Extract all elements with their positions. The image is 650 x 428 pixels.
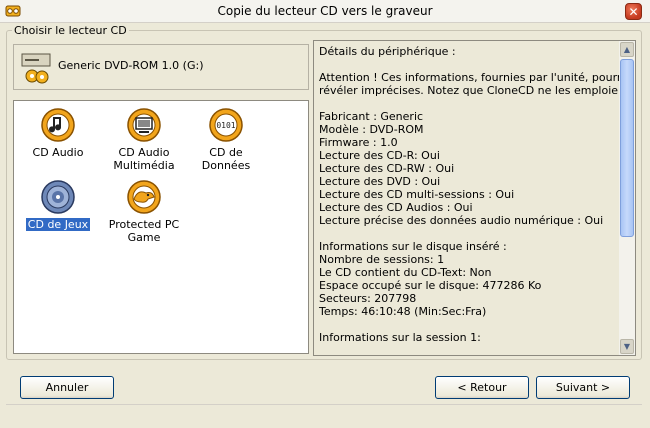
profile-cd-game[interactable]: CD de Jeux: [18, 179, 98, 232]
info-line: Firmware : 1.0: [319, 136, 398, 149]
profile-label: CD Audio Multimédia: [113, 146, 175, 172]
protected-game-icon: [127, 180, 161, 214]
vertical-scrollbar[interactable]: ▲ ▼: [619, 41, 635, 355]
chevron-up-icon: ▲: [623, 45, 631, 54]
cd-game-icon: [41, 180, 75, 214]
info-line: Attention ! Ces informations, fournies p…: [319, 71, 636, 84]
close-button[interactable]: ✕: [625, 3, 642, 20]
status-bar: [6, 404, 642, 425]
cd-drive-icon: [21, 53, 51, 84]
profile-cd-multimedia[interactable]: CD Audio Multimédia: [104, 107, 184, 172]
scroll-thumb[interactable]: [620, 59, 634, 237]
info-line: révéler imprécises. Notez que CloneCD ne…: [319, 84, 622, 97]
cd-data-icon: 0101: [209, 108, 243, 142]
profile-label: Protected PC Game: [108, 218, 180, 244]
info-line: [319, 318, 615, 331]
info-line: Modèle : DVD-ROM: [319, 123, 424, 136]
device-info-pane: Détails du périphérique : Attention ! Ces…: [313, 40, 636, 356]
cd-multimedia-icon: [127, 108, 161, 142]
cd-audio-icon: [41, 108, 75, 142]
profile-label: CD de Jeux: [24, 217, 92, 232]
svg-text:0101: 0101: [216, 121, 235, 130]
drive-label: Generic DVD-ROM 1.0 (G:): [58, 59, 204, 72]
info-line: Informations sur la session 1:: [319, 331, 481, 344]
profile-cd-audio[interactable]: CD Audio: [18, 107, 98, 159]
back-button[interactable]: < Retour: [435, 376, 529, 399]
info-line: Lecture des DVD : Oui: [319, 175, 441, 188]
groupbox-label: Choisir le lecteur CD: [12, 24, 129, 37]
info-line: Le CD contient du CD-Text: Non: [319, 266, 492, 279]
info-line: [319, 58, 615, 71]
info-line: Lecture des CD Audios : Oui: [319, 201, 473, 214]
close-icon: ✕: [628, 5, 639, 19]
info-line: Lecture des CD-R: Oui: [319, 149, 440, 162]
info-line: [319, 97, 615, 110]
info-line: Lecture des CD-RW : Oui: [319, 162, 455, 175]
info-line: Lecture précise des données audio numéri…: [319, 214, 604, 227]
next-button[interactable]: Suivant >: [536, 376, 630, 399]
profile-protected-game[interactable]: Protected PC Game: [104, 179, 184, 244]
cancel-button[interactable]: Annuler: [20, 376, 114, 399]
info-line: Lecture des CD multi-sessions : Oui: [319, 188, 515, 201]
info-line: Fabricant : Generic: [319, 110, 424, 123]
info-line: Secteurs: 207798: [319, 292, 417, 305]
device-info-text: Détails du périphérique : Attention ! Ces…: [319, 45, 636, 344]
info-line: Informations sur le disque inséré :: [319, 240, 507, 253]
info-line: Détails du périphérique :: [319, 45, 456, 58]
info-line: [319, 227, 615, 240]
profile-label: CD Audio: [32, 146, 84, 159]
profile-list: CD Audio CD Audio Multimédia 0101 CD de …: [13, 100, 309, 354]
window-title: Copie du lecteur CD vers le graveur: [217, 4, 433, 18]
profile-label: CD de Données: [201, 146, 251, 172]
drive-selector[interactable]: Generic DVD-ROM 1.0 (G:): [13, 44, 309, 90]
info-line: Espace occupé sur le disque: 477286 Ko: [319, 279, 542, 292]
scroll-down-button[interactable]: ▼: [620, 339, 634, 354]
info-line: Nombre de sessions: 1: [319, 253, 445, 266]
title-bar: Copie du lecteur CD vers le graveur ✕: [0, 0, 650, 23]
scroll-up-button[interactable]: ▲: [620, 42, 634, 57]
chevron-down-icon: ▼: [623, 342, 631, 351]
info-line: Temps: 46:10:48 (Min:Sec:Fra): [319, 305, 487, 318]
profile-cd-data[interactable]: 0101 CD de Données: [186, 107, 266, 172]
